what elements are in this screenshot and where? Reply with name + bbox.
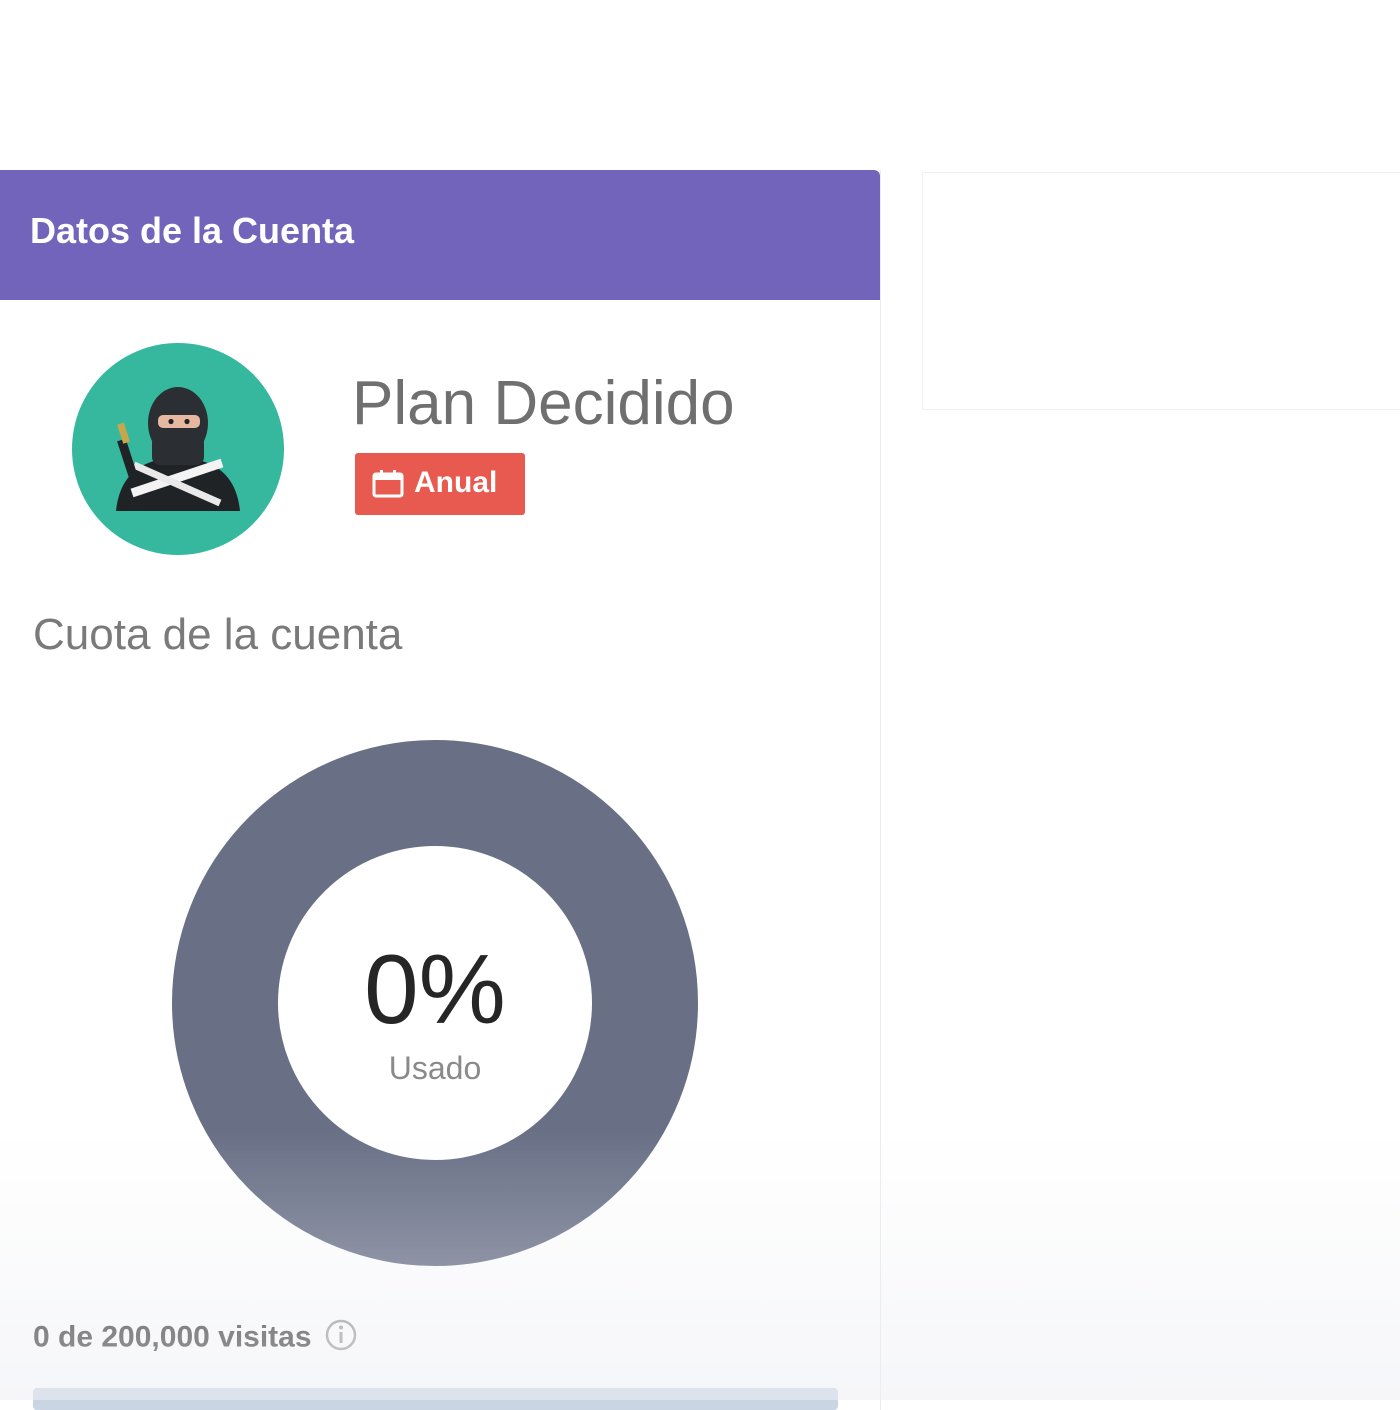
card-header: Datos de la Cuenta: [0, 170, 880, 300]
plan-title: Plan Decidido: [352, 369, 735, 438]
ninja-avatar-icon: [72, 343, 284, 555]
visits-progress-bar: [33, 1388, 838, 1410]
plan-badge: Anual: [355, 453, 525, 515]
quota-used-label: Usado: [388, 1050, 482, 1086]
calendar-icon: [372, 470, 404, 503]
right-panel: [922, 172, 1400, 410]
plan-badge-label: Anual: [414, 466, 498, 499]
visits-row: 0 de 200,000 visitas: [33, 1318, 358, 1362]
quota-percent: 0%: [364, 934, 506, 1044]
quota-title: Cuota de la cuenta: [33, 610, 403, 659]
account-card: Datos de la Cuenta Plan Decidido Anual C…: [0, 170, 881, 1410]
visits-count: 0 de 200,000 visitas: [33, 1320, 312, 1354]
card-title: Datos de la Cuenta: [30, 210, 355, 251]
info-icon[interactable]: [324, 1318, 358, 1357]
